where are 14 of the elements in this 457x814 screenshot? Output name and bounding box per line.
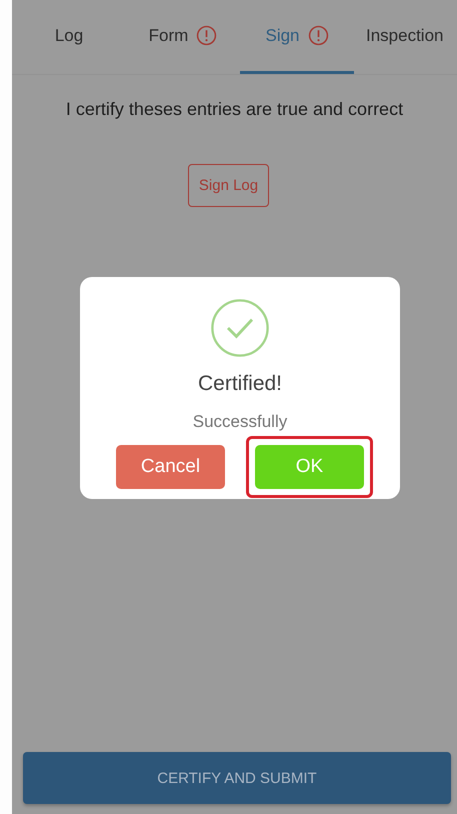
tab[interactable]: Sign <box>240 0 354 74</box>
tab[interactable]: Form <box>126 0 240 74</box>
alert-icon <box>196 25 218 46</box>
cancel-button[interactable]: Cancel <box>116 445 225 489</box>
ok-button[interactable]: OK <box>255 445 364 489</box>
tab[interactable]: Log <box>12 0 126 74</box>
tab[interactable]: Inspection <box>354 0 457 74</box>
certify-statement: I certify theses entries are true and correct <box>64 99 404 120</box>
alert-icon <box>308 25 329 46</box>
check-circle-icon <box>210 298 270 358</box>
certify-submit-button[interactable]: CERTIFY AND SUBMIT <box>23 752 451 804</box>
dialog-title: Certified! <box>198 372 282 396</box>
dialog-message: Successfully <box>192 412 288 432</box>
sign-log-button[interactable]: Sign Log <box>188 164 270 207</box>
